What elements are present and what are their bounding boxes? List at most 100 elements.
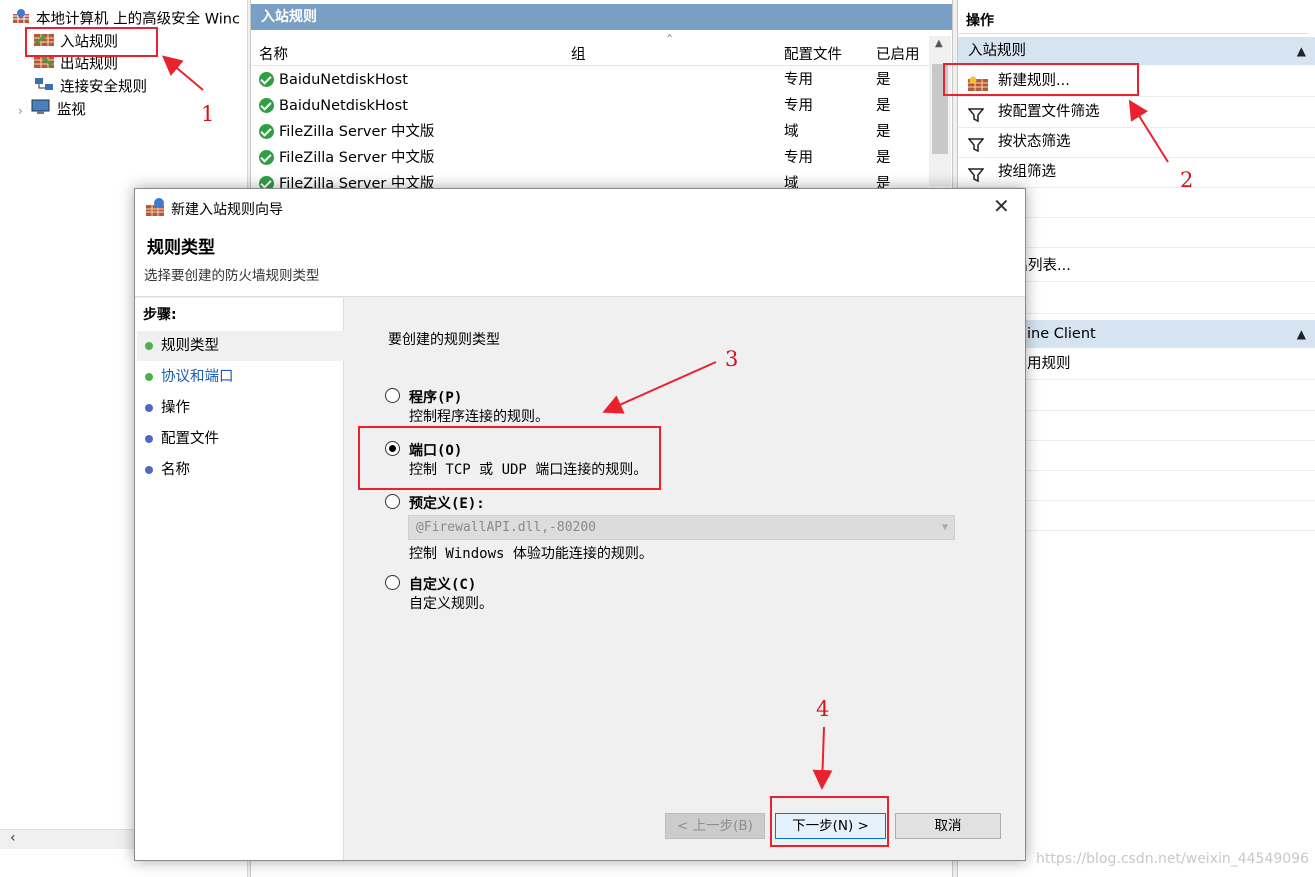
rule-type-prompt: 要创建的规则类型: [388, 332, 500, 348]
rule-name: FileZilla Server 中文版: [279, 124, 435, 140]
step-rule-type[interactable]: 规则类型: [137, 331, 363, 361]
column-profile[interactable]: 配置文件: [784, 43, 842, 64]
radio-predefined[interactable]: [385, 494, 400, 509]
column-group[interactable]: 组: [571, 43, 586, 64]
column-enabled[interactable]: 已启用: [876, 43, 920, 64]
option-desc: 自定义规则。: [409, 596, 493, 612]
vertical-scrollbar[interactable]: ▲: [929, 36, 951, 186]
rule-name: BaiduNetdiskHost: [279, 72, 408, 88]
step-pending-icon: [145, 404, 153, 412]
watermark: https://blog.csdn.net/weixin_44549096: [1035, 851, 1309, 867]
step-label: 规则类型: [161, 338, 219, 354]
new-inbound-rule-wizard: 新建入站规则向导 ✕ 规则类型 选择要创建的防火墙规则类型 步骤: 规则类型 协…: [134, 188, 1026, 861]
actions-title: 操作: [958, 8, 1308, 34]
annotation-box-new-rule: [943, 63, 1139, 96]
dialog-title: 新建入站规则向导: [171, 202, 283, 218]
table-row[interactable]: FileZilla Server 中文版 域 是: [251, 119, 929, 145]
enabled-check-icon: [259, 72, 274, 87]
filter-by-state-action[interactable]: 按状态筛选 ▶: [958, 127, 1315, 158]
rule-name: BaiduNetdiskHost: [279, 98, 408, 114]
action-label: 按状态筛选: [998, 134, 1071, 150]
tree-item-connection-security[interactable]: 连接安全规则: [34, 76, 147, 98]
sort-indicator-icon: ˆ: [666, 34, 674, 50]
chevron-down-icon: ▼: [941, 522, 948, 533]
annotation-number: 4: [816, 697, 830, 721]
rule-enabled: 是: [876, 124, 891, 140]
step-profile: 配置文件: [137, 424, 363, 454]
expand-arrow-icon[interactable]: ›: [18, 104, 23, 118]
tree-root-label: 本地计算机 上的高级安全 Winc: [36, 11, 240, 28]
rule-profile: 专用: [784, 150, 813, 166]
list-header: 名称 组 ˆ 配置文件 已启用: [251, 34, 929, 66]
annotation-box-next: [770, 796, 889, 847]
scroll-up-icon[interactable]: ▲: [935, 38, 943, 49]
option-desc: 控制 Windows 体验功能连接的规则。: [409, 546, 653, 562]
scroll-left-icon[interactable]: ‹: [10, 830, 16, 846]
step-protocol-ports[interactable]: 协议和端口: [137, 362, 363, 392]
radio-custom[interactable]: [385, 575, 400, 590]
step-label: 名称: [161, 462, 190, 478]
predefined-select: @FirewallAPI.dll,-80200 ▼: [408, 515, 955, 540]
table-row[interactable]: FileZilla Server 中文版 专用 是: [251, 145, 929, 171]
tree-item-monitoring[interactable]: › 监视: [18, 99, 86, 121]
tree-item-label: 监视: [56, 102, 86, 119]
page-subtitle: 选择要创建的防火墙规则类型: [144, 268, 320, 284]
step-action: 操作: [137, 393, 363, 423]
annotation-number: 3: [725, 347, 739, 371]
section-label: ine Client: [1027, 326, 1096, 342]
enabled-check-icon: [259, 124, 274, 139]
rule-enabled: 是: [876, 150, 891, 166]
predefined-select-value: @FirewallAPI.dll,-80200: [416, 520, 597, 535]
collapse-icon[interactable]: ▲: [1297, 37, 1306, 65]
option-label: 预定义(E):: [409, 496, 485, 512]
rule-enabled: 是: [876, 72, 891, 88]
page-title: 规则类型: [147, 238, 215, 258]
wizard-content: 要创建的规则类型 程序(P) 控制程序连接的规则。 端口(O) 控制 TCP 或…: [345, 298, 1025, 860]
option-desc: 控制程序连接的规则。: [409, 409, 549, 425]
dialog-header: 新建入站规则向导 ✕ 规则类型 选择要创建的防火墙规则类型: [135, 189, 1025, 297]
enabled-check-icon: [259, 98, 274, 113]
option-label: 程序(P): [409, 390, 463, 406]
step-name: 名称: [137, 455, 363, 485]
annotation-box-inbound: [25, 27, 158, 57]
close-icon[interactable]: ✕: [993, 195, 1010, 217]
tree-item-label: 连接安全规则: [60, 79, 147, 96]
action-label: 按配置文件筛选: [998, 104, 1100, 120]
section-label: 入站规则: [968, 43, 1026, 59]
rule-profile: 专用: [784, 72, 813, 88]
list-pane-title: 入站规则: [251, 4, 952, 30]
action-label: 按组筛选: [998, 164, 1056, 180]
wizard-icon: [145, 197, 167, 221]
step-complete-icon: [145, 373, 153, 381]
wizard-steps: 步骤: 规则类型 协议和端口 操作 配置文件 名称: [135, 298, 363, 860]
monitor-icon: [31, 99, 51, 122]
table-row[interactable]: BaiduNetdiskHost 专用 是: [251, 93, 929, 119]
step-complete-icon: [145, 342, 153, 350]
actions-section-inbound[interactable]: 入站规则 ▲: [958, 37, 1315, 65]
annotation-number: 1: [201, 102, 215, 126]
back-button: < 上一步(B): [665, 813, 765, 839]
rule-profile: 域: [784, 124, 799, 140]
enabled-check-icon: [259, 150, 274, 165]
option-label: 自定义(C): [409, 577, 477, 593]
step-pending-icon: [145, 466, 153, 474]
connection-security-icon: [34, 76, 54, 99]
step-label: 协议和端口: [161, 369, 234, 385]
column-name[interactable]: 名称: [259, 43, 288, 64]
action-label: 用规则: [1027, 356, 1071, 372]
annotation-box-port: [358, 426, 661, 490]
rule-name: FileZilla Server 中文版: [279, 150, 435, 166]
step-label: 配置文件: [161, 431, 219, 447]
filter-by-group-action[interactable]: 按组筛选 ▶: [958, 157, 1315, 188]
radio-program[interactable]: [385, 388, 400, 403]
filter-by-profile-action[interactable]: 按配置文件筛选 ▶: [958, 97, 1315, 128]
step-pending-icon: [145, 435, 153, 443]
rule-profile: 专用: [784, 98, 813, 114]
steps-label: 步骤:: [143, 307, 177, 323]
annotation-number: 2: [1180, 168, 1194, 192]
table-row[interactable]: BaiduNetdiskHost 专用 是: [251, 67, 929, 93]
step-label: 操作: [161, 400, 190, 416]
rule-enabled: 是: [876, 98, 891, 114]
cancel-button[interactable]: 取消: [895, 813, 1001, 839]
collapse-icon[interactable]: ▲: [1297, 320, 1306, 348]
